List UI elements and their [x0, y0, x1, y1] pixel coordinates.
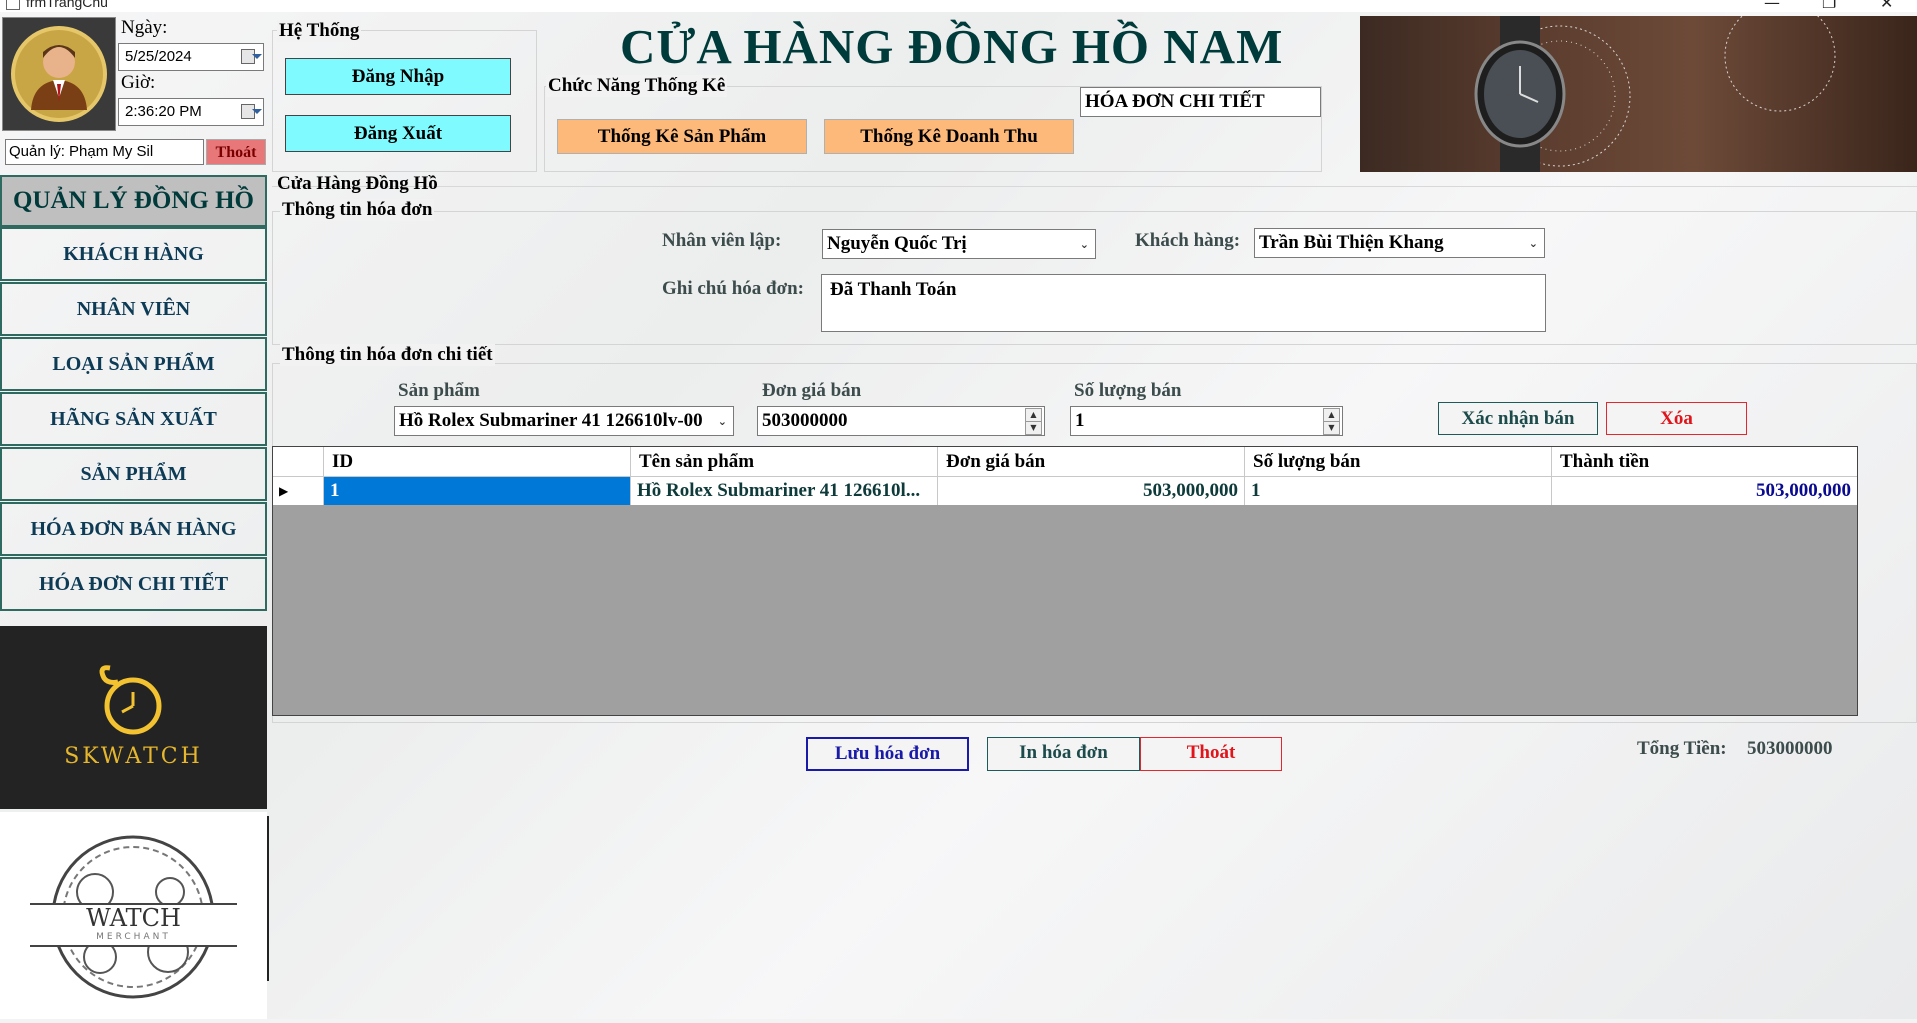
spin-down-icon[interactable]: ▼ [1025, 421, 1042, 435]
chevron-down-icon: ⌄ [1528, 237, 1538, 250]
nav-item-product-types[interactable]: LOẠI SẢN PHẨM [0, 337, 267, 391]
product-select[interactable]: Hồ Rolex Submariner 41 126610lv-00 ⌄ [394, 406, 734, 436]
nav-item-manufacturers[interactable]: HÃNG SẢN XUẤT [0, 392, 267, 446]
spin-up-icon[interactable]: ▲ [1323, 408, 1340, 422]
date-label: Ngày: [121, 17, 168, 38]
delete-button[interactable]: Xóa [1606, 402, 1747, 435]
qty-spinner[interactable]: 1 ▲ ▼ [1070, 406, 1343, 436]
stats-group-label: Chức Năng Thống Kê [546, 75, 728, 97]
customer-select[interactable]: Trần Bùi Thiện Khang ⌄ [1254, 228, 1545, 258]
row-header-corner [273, 447, 324, 477]
employee-select[interactable]: Nguyễn Quốc Trị ⌄ [822, 229, 1096, 259]
chevron-down-icon [252, 54, 262, 59]
main-group-border [272, 186, 1917, 187]
product-value: Hồ Rolex Submariner 41 126610lv-00 [399, 410, 703, 431]
customer-value: Trần Bùi Thiện Khang [1259, 232, 1444, 253]
row-selector-icon[interactable]: ▶ [273, 477, 324, 505]
nav-item-customers[interactable]: KHÁCH HÀNG [0, 227, 267, 281]
confirm-sale-button[interactable]: Xác nhận bán [1438, 402, 1598, 435]
cell-total[interactable]: 503,000,000 [1552, 477, 1857, 505]
column-header-id[interactable]: ID [324, 447, 631, 477]
watch-text: WATCH [86, 904, 181, 932]
store-title: CỬA HÀNG ĐỒNG HỒ NAM [620, 19, 1284, 74]
column-header-price[interactable]: Đơn giá bán [938, 447, 1245, 477]
nav-title: QUẢN LÝ ĐỒNG HỒ [0, 175, 267, 227]
cell-name[interactable]: Hồ Rolex Submariner 41 126610l... [631, 477, 938, 505]
close-icon[interactable]: ✕ [1880, 0, 1893, 12]
employee-label: Nhân viên lập: [662, 230, 782, 251]
spin-down-icon[interactable]: ▼ [1323, 421, 1340, 435]
print-invoice-button[interactable]: In hóa đơn [987, 737, 1140, 771]
exit-small-button[interactable]: Thoát [206, 139, 266, 165]
minimize-icon[interactable]: — [1764, 0, 1780, 12]
nav-item-employees[interactable]: NHÂN VIÊN [0, 282, 267, 336]
invoice-info-label: Thông tin hóa đơn [280, 199, 435, 221]
invoice-detail-grid[interactable]: ID Tên sản phẩm Đơn giá bán Số lượng bán… [272, 446, 1858, 716]
product-label: Sản phẩm [398, 380, 480, 401]
chevron-down-icon: ⌄ [1079, 238, 1089, 251]
revenue-stats-button[interactable]: Thống Kê Doanh Thu [824, 119, 1074, 154]
price-label: Đơn giá bán [762, 380, 862, 401]
nav-item-sales-invoices[interactable]: HÓA ĐƠN BÁN HÀNG [0, 502, 267, 556]
chevron-down-icon [252, 109, 262, 114]
qty-value: 1 [1075, 410, 1085, 431]
chevron-down-icon: ⌄ [717, 415, 727, 428]
qty-label: Số lượng bán [1074, 380, 1182, 401]
watch-merchant-logo: WATCH MERCHANT [0, 812, 267, 1019]
price-spinner[interactable]: 503000000 ▲ ▼ [757, 406, 1045, 436]
skwatch-logo: SKWATCH [0, 626, 267, 809]
merchant-text: MERCHANT [96, 932, 171, 942]
banner-image [1360, 16, 1917, 172]
cell-id[interactable]: 1 [324, 477, 631, 505]
column-header-total[interactable]: Thành tiền [1552, 447, 1857, 477]
cell-price[interactable]: 503,000,000 [938, 477, 1245, 505]
restore-icon[interactable]: ❐ [1822, 0, 1836, 12]
product-stats-button[interactable]: Thống Kê Sản Phẩm [557, 119, 807, 154]
current-form-field[interactable]: HÓA ĐƠN CHI TIẾT [1080, 87, 1321, 117]
avatar [2, 17, 116, 131]
divider [267, 816, 269, 981]
column-header-qty[interactable]: Số lượng bán [1245, 447, 1552, 477]
main-group-label: Cửa Hàng Đồng Hồ [277, 173, 438, 194]
time-value: 2:36:20 PM [125, 103, 202, 120]
title-bar: frmTrangChu — ❐ ✕ [0, 0, 1917, 12]
skwatch-text: SKWATCH [64, 744, 203, 769]
nav-item-invoice-details[interactable]: HÓA ĐƠN CHI TIẾT [0, 557, 267, 611]
employee-value: Nguyễn Quốc Trị [827, 233, 967, 254]
price-value: 503000000 [762, 410, 848, 431]
time-label: Giờ: [121, 72, 156, 93]
total-label: Tổng Tiền: [1637, 738, 1727, 759]
date-value: 5/25/2024 [125, 48, 192, 65]
window-title: frmTrangChu [26, 0, 108, 10]
save-invoice-button[interactable]: Lưu hóa đơn [806, 737, 969, 771]
column-header-name[interactable]: Tên sản phẩm [631, 447, 938, 477]
note-textarea[interactable]: Đã Thanh Toán [821, 274, 1546, 332]
logout-button[interactable]: Đăng Xuất [285, 115, 511, 152]
exit-button[interactable]: Thoát [1140, 737, 1282, 771]
note-label: Ghi chú hóa đơn: [662, 278, 804, 299]
spin-up-icon[interactable]: ▲ [1025, 408, 1042, 422]
date-picker[interactable]: 5/25/2024 [118, 43, 264, 71]
app-icon [6, 0, 20, 10]
login-button[interactable]: Đăng Nhập [285, 58, 511, 95]
time-picker[interactable]: 2:36:20 PM [118, 98, 264, 126]
manager-field[interactable]: Quản lý: Phạm My Sil [5, 139, 204, 165]
cell-qty[interactable]: 1 [1245, 477, 1552, 505]
detail-group-label: Thông tin hóa đơn chi tiết [280, 344, 495, 366]
nav-item-products[interactable]: SẢN PHẨM [0, 447, 267, 501]
total-value: 503000000 [1747, 738, 1833, 759]
system-group-label: Hệ Thống [277, 20, 362, 42]
customer-label: Khách hàng: [1135, 230, 1241, 251]
